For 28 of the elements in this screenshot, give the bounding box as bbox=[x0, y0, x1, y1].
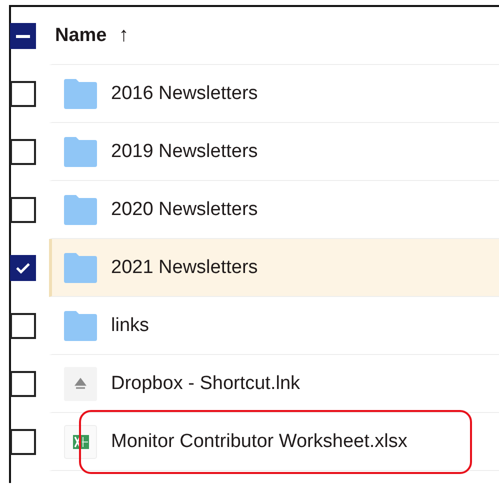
folder-icon bbox=[64, 310, 97, 340]
file-name: 2020 Newsletters bbox=[111, 198, 258, 220]
folder-icon bbox=[64, 78, 97, 108]
checkbox[interactable] bbox=[10, 429, 36, 455]
sort-arrow[interactable]: ↑ bbox=[118, 24, 129, 47]
shortcut-icon bbox=[64, 366, 97, 400]
file-row[interactable]: 2021 Newsletters bbox=[49, 239, 499, 297]
minus-icon bbox=[16, 34, 30, 38]
name-column-label: Name bbox=[55, 24, 107, 46]
checkbox[interactable] bbox=[10, 139, 36, 165]
spreadsheet-icon bbox=[64, 424, 97, 458]
file-name: 2016 Newsletters bbox=[111, 82, 258, 104]
file-name: Dropbox - Shortcut.lnk bbox=[111, 372, 300, 394]
file-row[interactable]: Monitor Contributor Worksheet.xlsx bbox=[49, 413, 499, 471]
checkbox[interactable] bbox=[10, 371, 36, 397]
folder-icon bbox=[64, 252, 97, 282]
folder-icon bbox=[64, 194, 97, 224]
folder-icon bbox=[64, 136, 97, 166]
file-name: links bbox=[111, 314, 150, 336]
checkbox[interactable] bbox=[10, 255, 36, 281]
checkbox[interactable] bbox=[10, 23, 36, 49]
check-icon bbox=[15, 262, 31, 274]
checkbox[interactable] bbox=[10, 197, 36, 223]
file-name: Monitor Contributor Worksheet.xlsx bbox=[111, 430, 408, 452]
file-name: 2019 Newsletters bbox=[111, 140, 258, 162]
file-name: 2021 Newsletters bbox=[111, 256, 258, 278]
checkbox[interactable] bbox=[10, 313, 36, 339]
checkbox[interactable] bbox=[10, 81, 36, 107]
